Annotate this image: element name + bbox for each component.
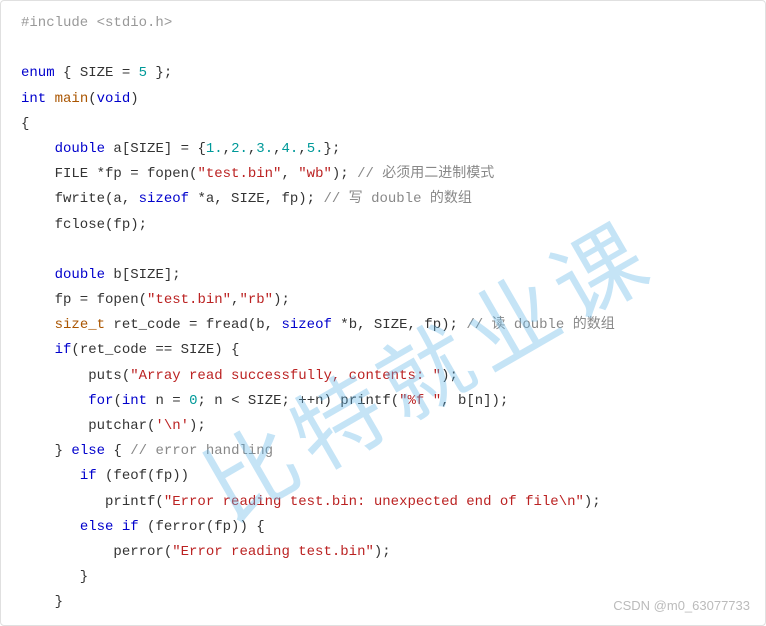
code-line: for(int n = 0; n < SIZE; ++n) printf("%f…: [21, 389, 745, 414]
kw-int: int: [21, 91, 46, 107]
code-line: FILE *fp = fopen("test.bin", "wb"); // 必…: [21, 162, 745, 187]
code-line: #include <stdio.h>: [21, 11, 745, 36]
code-line: if(ret_code == SIZE) {: [21, 338, 745, 363]
code-line: printf("Error reading test.bin: unexpect…: [21, 490, 745, 515]
code-line: if (feof(fp)): [21, 464, 745, 489]
code-line: double a[SIZE] = {1.,2.,3.,4.,5.};: [21, 137, 745, 162]
kw-enum: enum: [21, 65, 55, 81]
code-line: enum { SIZE = 5 };: [21, 61, 745, 86]
code-line: fwrite(a, sizeof *a, SIZE, fp); // 写 dou…: [21, 187, 745, 212]
code-line: else if (ferror(fp)) {: [21, 515, 745, 540]
code-line: size_t ret_code = fread(b, sizeof *b, SI…: [21, 313, 745, 338]
preprocessor: #include <stdio.h>: [21, 15, 172, 31]
code-line: }: [21, 565, 745, 590]
attribution-text: CSDN @m0_63077733: [613, 594, 750, 617]
code-line: [21, 36, 745, 61]
code-line: int main(void): [21, 87, 745, 112]
code-line: putchar('\n');: [21, 414, 745, 439]
code-line: double b[SIZE];: [21, 263, 745, 288]
code-line: [21, 616, 745, 626]
code-line: {: [21, 112, 745, 137]
code-block: 比特就业课 #include <stdio.h> enum { SIZE = 5…: [0, 0, 766, 626]
code-line: [21, 238, 745, 263]
code-line: puts("Array read successfully, contents:…: [21, 364, 745, 389]
code-line: fclose(fp);: [21, 213, 745, 238]
code-line: fp = fopen("test.bin","rb");: [21, 288, 745, 313]
code-line: } else { // error handling: [21, 439, 745, 464]
code-line: perror("Error reading test.bin");: [21, 540, 745, 565]
